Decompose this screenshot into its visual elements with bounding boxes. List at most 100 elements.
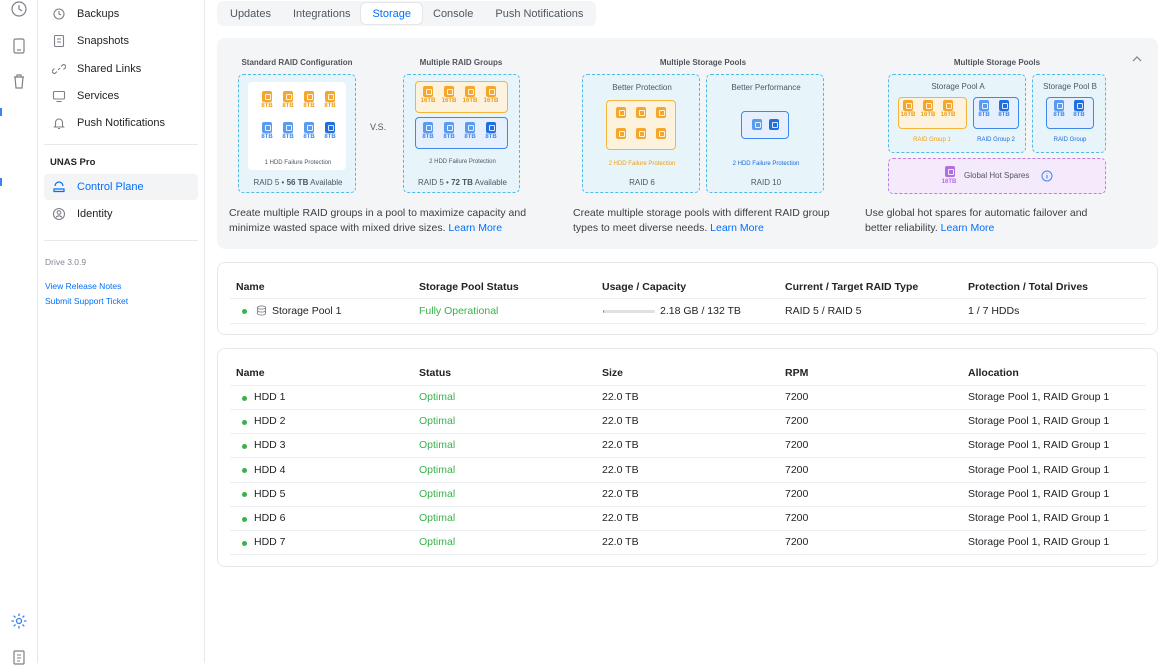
drive-allocation: Storage Pool 1, RAID Group 1 (968, 391, 1110, 403)
raid6-protection-label: 2 HDD Failure Protection (608, 161, 676, 167)
row-divider (230, 323, 1146, 324)
drive-size-label: 8TB (282, 134, 294, 140)
drive-icon (769, 119, 779, 130)
drive-size-label: 16TB (483, 98, 499, 104)
hot-spares-description: Use global hot spares for automatic fail… (865, 206, 1105, 236)
drive-icon (636, 128, 646, 139)
status-dot (242, 443, 247, 449)
drive-name: HDD 4 (254, 463, 286, 476)
hot-spare-drive-icon (945, 166, 955, 177)
drive-size-label: 16TB (940, 112, 956, 118)
standard-protection-label: 1 HDD Failure Protection (264, 160, 332, 166)
sidebar-item-shared-links[interactable]: Shared Links (44, 56, 198, 82)
link-icon (52, 64, 66, 74)
trash-icon[interactable] (10, 72, 28, 90)
info-icon[interactable] (1041, 170, 1053, 182)
row-divider (230, 385, 1146, 386)
settings-gear-icon[interactable] (10, 612, 28, 630)
history-icon[interactable] (10, 0, 28, 18)
drive-size: 22.0 TB (602, 391, 639, 403)
drive-icon (636, 107, 646, 118)
column-header-raid-type: Current / Target RAID Type (785, 281, 919, 293)
drive-size-label: 8TB (303, 103, 315, 109)
status-dot (242, 468, 247, 474)
view-release-notes-link[interactable]: View Release Notes (45, 281, 121, 291)
better-performance-illustration: Better Performance 2 HDD Failure Protect… (706, 74, 824, 193)
tablet-icon[interactable] (10, 37, 28, 55)
chevron-up-icon[interactable] (1130, 52, 1144, 66)
pool-protection: 1 / 7 HDDs (968, 305, 1020, 317)
row-divider (230, 481, 1146, 483)
available-suffix: Available (472, 178, 507, 187)
column-header-name: Name (236, 367, 265, 379)
standard-capacity-label: RAID 5 • 56 TB Available (239, 178, 357, 187)
submit-support-ticket-link[interactable]: Submit Support Ticket (45, 296, 128, 306)
tab-storage[interactable]: Storage (361, 3, 422, 24)
drive-icon (325, 91, 335, 102)
drive-status: Optimal (419, 391, 456, 403)
row-divider (230, 505, 1146, 507)
drive-allocation: Storage Pool 1, RAID Group 1 (968, 536, 1110, 549)
tab-integrations[interactable]: Integrations (282, 3, 361, 24)
better-protection-illustration: Better Protection 2 HDD Failure Protecti… (582, 74, 700, 193)
sidebar-item-push-notifications[interactable]: Push Notifications (44, 110, 198, 136)
usage-bar-fill (603, 310, 605, 313)
learn-more-link[interactable]: Learn More (941, 222, 995, 234)
drive-icon (262, 91, 272, 102)
description-text: Create multiple storage pools with diffe… (573, 207, 830, 234)
learn-more-link[interactable]: Learn More (710, 222, 764, 234)
tab-push-notifications[interactable]: Push Notifications (484, 3, 594, 24)
rail-marker (0, 108, 2, 116)
drive-icon (444, 86, 454, 97)
learn-more-link[interactable]: Learn More (448, 222, 502, 234)
drive-icon (262, 122, 272, 133)
drive-size: 22.0 TB (602, 463, 639, 476)
status-dot (242, 492, 247, 498)
column-header-usage: Usage / Capacity (602, 281, 687, 293)
drive-size-label: 8TB (443, 134, 455, 140)
tab-console[interactable]: Console (422, 3, 484, 24)
status-dot (242, 395, 247, 401)
app-rail (0, 0, 38, 666)
sidebar-item-identity[interactable]: Identity (44, 201, 198, 227)
drive-size: 22.0 TB (602, 487, 639, 500)
sidebar-item-backups[interactable]: Backups (44, 1, 198, 27)
drive-size-label: 8TB (282, 103, 294, 109)
storage-pool-a-label: Storage Pool A (931, 82, 985, 91)
drive-icon (616, 107, 626, 118)
drive-icon (903, 100, 913, 111)
database-icon (257, 305, 266, 316)
drive-icon (999, 100, 1009, 111)
drive-icon (283, 122, 293, 133)
tab-updates[interactable]: Updates (219, 3, 282, 24)
drive-size-label: 16TB (441, 98, 457, 104)
storage-pools-table: Name Storage Pool Status Usage / Capacit… (217, 262, 1158, 335)
drive-name: HDD 5 (254, 487, 286, 500)
drive-icon (465, 122, 475, 133)
drive-rpm: 7200 (785, 391, 809, 403)
sidebar-item-services[interactable]: Services (44, 83, 198, 109)
sidebar-item-label: Control Plane (77, 181, 144, 193)
raid-prefix: RAID 5 • (253, 178, 287, 187)
sidebar-item-control-plane[interactable]: Control Plane (44, 174, 198, 200)
standard-raid-title: Standard RAID Configuration (241, 58, 353, 67)
backup-icon (53, 8, 65, 20)
clipboard-icon[interactable] (10, 648, 28, 666)
column-header-size: Size (602, 367, 624, 379)
sidebar-item-label: Services (77, 90, 120, 102)
multiple-raid-groups-illustration: 2 HDD Failure Protection RAID 5 • 72 TB … (403, 74, 520, 193)
control-plane-icon (53, 181, 65, 193)
drive-name: HDD 7 (254, 536, 286, 549)
hot-spares-pools-title: Multiple Storage Pools (953, 58, 1041, 67)
drive-icon (486, 122, 496, 133)
row-divider (230, 554, 1146, 556)
status-dot (242, 309, 247, 314)
sidebar-item-snapshots[interactable]: Snapshots (44, 28, 198, 54)
hot-spare-size: 16TB (941, 179, 957, 185)
drive-name: HDD 1 (254, 391, 286, 403)
drive-status: Optimal (419, 487, 456, 500)
sidebar-item-label: Identity (77, 208, 113, 220)
raid-group-b-label: RAID Group (1053, 137, 1087, 143)
section-title: UNAS Pro (50, 157, 96, 168)
multiple-raid-groups-title: Multiple RAID Groups (419, 58, 503, 67)
